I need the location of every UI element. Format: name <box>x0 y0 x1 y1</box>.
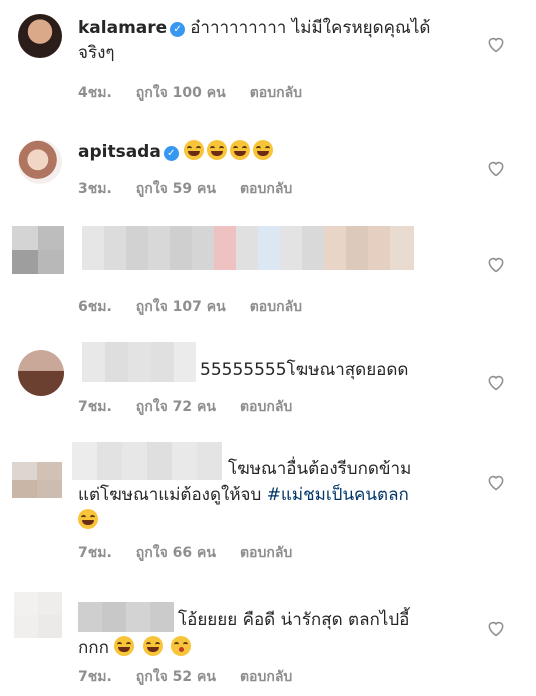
likes-count[interactable]: ถูกใจ 107 คน <box>136 299 226 315</box>
face-with-tears-of-joy-icon <box>229 140 250 160</box>
face-with-tears-of-joy-icon <box>78 509 98 529</box>
comment-text-line2: จริงๆ <box>78 43 115 63</box>
comment-2: apitsada ✓ 3ชม. ถูกใจ 59 คน ตอบกลับ <box>0 128 536 218</box>
comment-1: kalamare ✓ อ๋าาาาาาาาา ไม่มีใครหยุดคุณได้ … <box>0 0 536 110</box>
timestamp: 7ชม. <box>78 545 112 561</box>
verified-badge-icon: ✓ <box>170 22 186 37</box>
comment-text: kalamare ✓ อ๋าาาาาาาาา ไม่มีใครหยุดคุณได้ … <box>78 16 430 66</box>
likes-count[interactable]: ถูกใจ 72 คน <box>136 399 216 415</box>
comment-meta: 7ชม. ถูกใจ 52 คน ตอบกลับ <box>78 666 316 688</box>
comment-meta: 7ชม. ถูกใจ 72 คน ตอบกลับ <box>78 396 316 418</box>
comment-text: โอ้ยยยย คือดี น่ารักสุด ตลกไปอี้ กกก <box>78 606 409 662</box>
avatar[interactable] <box>18 350 64 396</box>
comment-text-line1: โฆษณาอื่นต้องรีบกดข้าม <box>228 459 412 479</box>
comment-6: โอ้ยยยย คือดี น่ารักสุด ตลกไปอี้ กกก 7ชม… <box>0 584 536 696</box>
comment-meta: 3ชม. ถูกใจ 59 คน ตอบกลับ <box>78 178 316 200</box>
timestamp: 3ชม. <box>78 181 112 197</box>
likes-count[interactable]: ถูกใจ 59 คน <box>136 181 216 197</box>
heart-outline-icon[interactable] <box>486 372 506 392</box>
comment-meta: 4ชม. ถูกใจ 100 คน ตอบกลับ <box>78 82 326 104</box>
comment-text: โฆษณาอื่นต้องรีบกดข้าม แต่โฆษณาแม่ต้องดู… <box>78 456 411 534</box>
comment-text: 55555555โฆษณาสุดยอดด <box>200 358 408 383</box>
heart-outline-icon[interactable] <box>486 34 506 54</box>
comment-meta: 6ชม. ถูกใจ 107 คน ตอบกลับ <box>78 296 326 318</box>
blurred-username <box>82 342 196 382</box>
blurred-avatar <box>12 462 62 498</box>
timestamp: 7ชม. <box>78 399 112 415</box>
verified-badge-icon: ✓ <box>163 146 179 161</box>
face-blowing-kiss-icon <box>171 636 192 656</box>
heart-outline-icon[interactable] <box>486 618 506 638</box>
heart-outline-icon[interactable] <box>486 158 506 178</box>
blurred-avatar <box>12 226 64 274</box>
username[interactable]: kalamare <box>78 18 167 38</box>
reply-button[interactable]: ตอบกลับ <box>250 299 302 315</box>
avatar[interactable] <box>18 14 62 58</box>
reply-button[interactable]: ตอบกลับ <box>240 399 292 415</box>
grinning-face-icon <box>142 636 163 656</box>
comment-text-line2: แต่โฆษณาแม่ต้องดูให้จบ <box>78 485 262 505</box>
heart-outline-icon[interactable] <box>486 472 506 492</box>
comment-text-line1: 55555555โฆษณาสุดยอดด <box>200 360 409 380</box>
face-with-tears-of-joy-icon <box>252 140 273 160</box>
likes-count[interactable]: ถูกใจ 100 คน <box>136 85 226 101</box>
likes-count[interactable]: ถูกใจ 66 คน <box>136 545 216 561</box>
likes-count[interactable]: ถูกใจ 52 คน <box>136 669 216 685</box>
reply-button[interactable]: ตอบกลับ <box>240 181 292 197</box>
grinning-face-icon <box>114 636 135 656</box>
comment-text-line1: โอ้ยยยย คือดี น่ารักสุด ตลกไปอี้ <box>178 610 410 630</box>
hashtag-link[interactable]: #แม่ชมเป็นคนตลก <box>267 485 409 505</box>
avatar[interactable] <box>18 140 62 184</box>
comment-text-line2: กกก <box>78 638 109 658</box>
reply-button[interactable]: ตอบกลับ <box>240 545 292 561</box>
heart-outline-icon[interactable] <box>486 254 506 274</box>
comment-4: 55555555โฆษณาสุดยอดด 7ชม. ถูกใจ 72 คน ตอบก… <box>0 338 536 428</box>
face-with-tears-of-joy-icon <box>206 140 227 160</box>
blurred-avatar <box>14 592 62 638</box>
face-with-tears-of-joy-icon <box>183 140 204 160</box>
reply-button[interactable]: ตอบกลับ <box>250 85 302 101</box>
comment-text-line1: อ๋าาาาาาาาา ไม่มีใครหยุดคุณได้ <box>190 18 431 38</box>
timestamp: 7ชม. <box>78 669 112 685</box>
timestamp: 4ชม. <box>78 85 112 101</box>
timestamp: 6ชม. <box>78 299 112 315</box>
comment-meta: 7ชม. ถูกใจ 66 คน ตอบกลับ <box>78 542 316 564</box>
comment-text: apitsada ✓ <box>78 140 276 165</box>
comment-3: 6ชม. ถูกใจ 107 คน ตอบกลับ <box>0 222 536 322</box>
blurred-username <box>82 226 414 270</box>
comment-5: โฆษณาอื่นต้องรีบกดข้าม แต่โฆษณาแม่ต้องดู… <box>0 436 536 564</box>
reply-button[interactable]: ตอบกลับ <box>240 669 292 685</box>
username[interactable]: apitsada <box>78 142 161 162</box>
